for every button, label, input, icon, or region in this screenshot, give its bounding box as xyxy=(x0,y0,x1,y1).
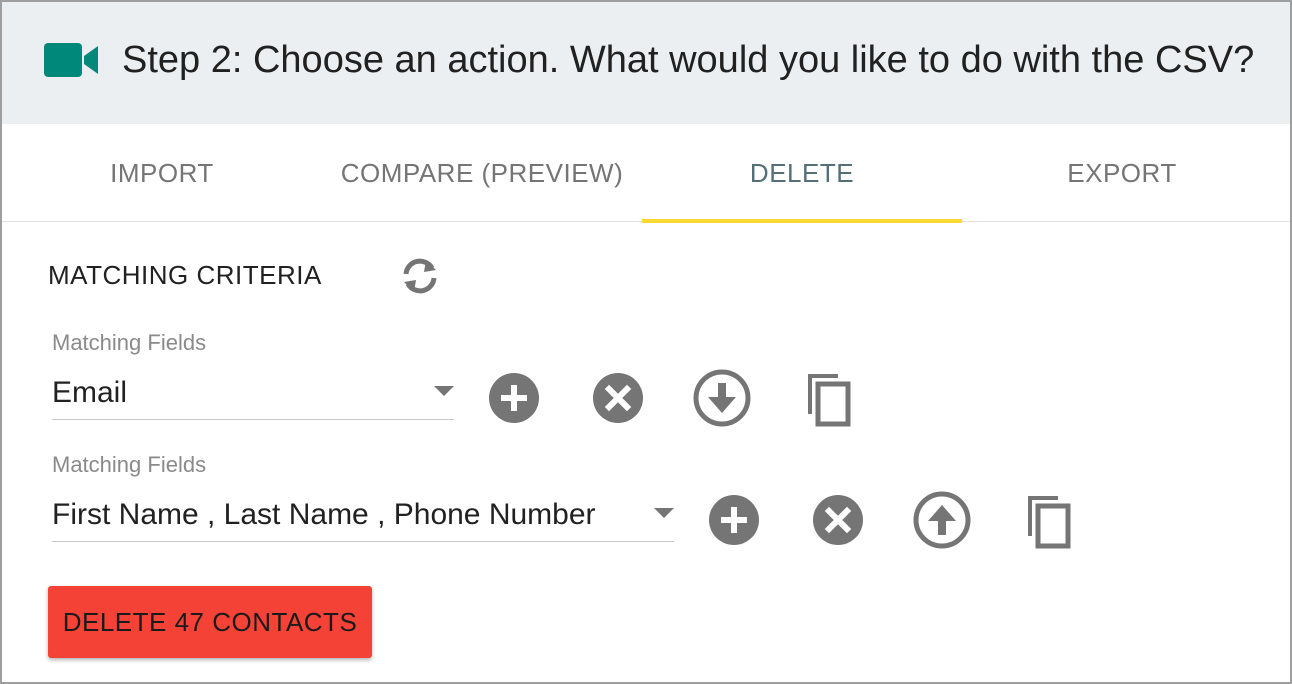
app-frame: Step 2: Choose an action. What would you… xyxy=(0,0,1292,684)
chevron-down-icon xyxy=(654,508,674,518)
tab-export[interactable]: EXPORT xyxy=(962,124,1282,222)
tab-label: DELETE xyxy=(749,157,855,188)
tab-label: COMPARE (PREVIEW) xyxy=(340,157,624,188)
action-tabs: IMPORT COMPARE (PREVIEW) DELETE EXPORT xyxy=(2,124,1290,223)
add-criteria-button[interactable] xyxy=(482,366,546,430)
copy-icon xyxy=(1028,496,1071,549)
move-down-button[interactable] xyxy=(690,366,754,430)
tab-compare-preview[interactable]: COMPARE (PREVIEW) xyxy=(322,124,642,222)
matching-fields-select[interactable]: Email xyxy=(52,370,454,420)
copy-icon xyxy=(808,374,851,427)
matching-fields-select[interactable]: First Name , Last Name , Phone Number xyxy=(52,492,674,542)
remove-criteria-button[interactable] xyxy=(586,366,650,430)
refresh-icon[interactable] xyxy=(398,256,442,296)
tab-delete[interactable]: DELETE xyxy=(642,124,962,223)
arrow-down-circle-icon xyxy=(693,369,751,427)
step-title: Step 2: Choose an action. What would you… xyxy=(122,39,1255,81)
select-value: Email xyxy=(52,376,128,409)
matching-criteria-title: MATCHING CRITERIA xyxy=(48,260,322,290)
add-circle-icon xyxy=(489,373,539,423)
cancel-circle-icon xyxy=(813,495,863,545)
add-circle-icon xyxy=(709,495,759,545)
step-header: Step 2: Choose an action. What would you… xyxy=(2,2,1290,124)
chevron-down-icon xyxy=(434,386,454,396)
active-tab-indicator xyxy=(642,219,962,223)
matching-fields-label: Matching Fields xyxy=(52,452,207,477)
tab-label: EXPORT xyxy=(1067,157,1177,188)
video-camera-icon xyxy=(44,43,98,77)
copy-criteria-button[interactable] xyxy=(1014,488,1078,552)
matching-fields-label: Matching Fields xyxy=(52,330,207,355)
remove-criteria-button[interactable] xyxy=(806,488,870,552)
delete-contacts-button[interactable]: DELETE 47 CONTACTS xyxy=(48,586,372,658)
arrow-up-circle-icon xyxy=(913,491,971,549)
cancel-circle-icon xyxy=(593,373,643,423)
add-criteria-button[interactable] xyxy=(702,488,766,552)
select-value: First Name , Last Name , Phone Number xyxy=(52,498,596,531)
tab-import[interactable]: IMPORT xyxy=(2,124,322,222)
copy-criteria-button[interactable] xyxy=(794,366,858,430)
move-up-button[interactable] xyxy=(910,488,974,552)
tab-label: IMPORT xyxy=(110,157,214,188)
